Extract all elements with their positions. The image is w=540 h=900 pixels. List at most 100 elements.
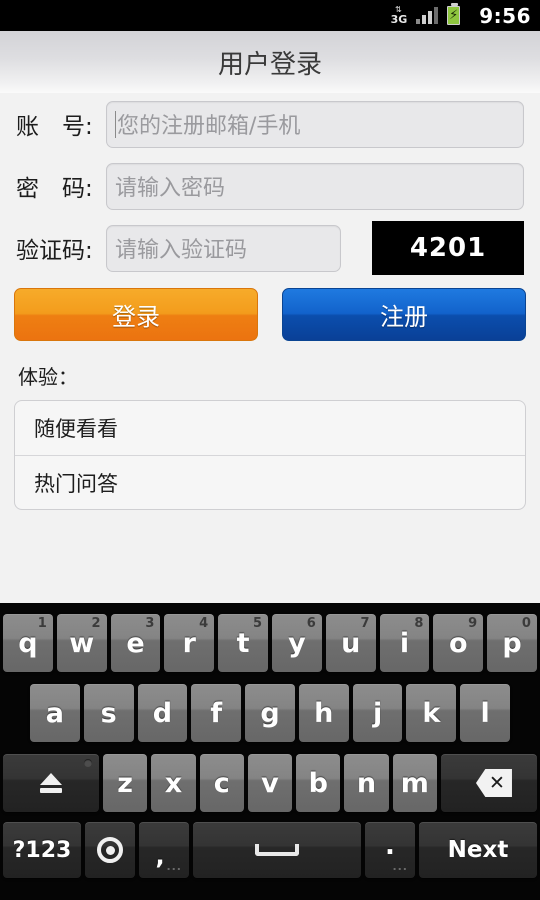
register-button[interactable]: 注册 <box>282 288 526 341</box>
key-label: q <box>18 627 38 659</box>
key-t[interactable]: 5 t <box>218 614 268 672</box>
key-label: d <box>152 697 173 729</box>
key-y[interactable]: 6 y <box>271 614 322 672</box>
key-label: z <box>117 767 133 799</box>
key-label: c <box>213 767 230 799</box>
status-clock: 9:56 <box>479 3 531 28</box>
shift-led-icon <box>84 759 92 767</box>
login-button[interactable]: 登录 <box>14 288 258 341</box>
key-c[interactable]: c <box>199 754 244 812</box>
key-m[interactable]: m <box>392 754 437 812</box>
key-label: s <box>100 697 117 729</box>
key-label: v <box>261 767 279 799</box>
backspace-icon: ✕ <box>466 769 512 797</box>
key-a[interactable]: a <box>30 684 80 742</box>
key-d[interactable]: d <box>137 684 188 742</box>
key-label: e <box>126 627 145 659</box>
password-row: 密 码: 请输入密码 <box>0 155 540 217</box>
more-dots: ... <box>392 860 408 873</box>
shift-key[interactable] <box>3 754 99 812</box>
shift-arrow-icon <box>40 773 62 793</box>
key-s[interactable]: s <box>83 684 134 742</box>
symbols-key[interactable]: ?123 <box>3 822 81 878</box>
list-item-label: 随便看看 <box>34 417 118 441</box>
list-item[interactable]: 热门问答 <box>15 455 525 509</box>
key-u[interactable]: 7 u <box>325 614 376 672</box>
key-g[interactable]: g <box>245 684 295 742</box>
period-key[interactable]: . ... <box>365 822 415 878</box>
key-label: p <box>502 627 522 659</box>
soft-keyboard: 1 q 2 w 3 e 4 r 5 t 6 y 7 u 8 i 9 o 0 p … <box>0 603 540 900</box>
account-placeholder: 您的注册邮箱/手机 <box>117 114 301 139</box>
key-hint: 9 <box>468 616 478 631</box>
key-label: a <box>45 697 64 729</box>
key-p[interactable]: 0 p <box>487 614 537 672</box>
key-i[interactable]: 8 i <box>379 614 430 672</box>
comma-key[interactable]: , ... <box>139 822 189 878</box>
key-r[interactable]: 4 r <box>164 614 215 672</box>
backspace-key[interactable]: ✕ <box>440 754 537 812</box>
captcha-input[interactable]: 请输入验证码 <box>106 224 341 272</box>
account-input[interactable]: 您的注册邮箱/手机 <box>106 100 524 148</box>
globe-icon <box>97 837 123 863</box>
list-item[interactable]: 随便看看 <box>15 401 525 455</box>
key-hint: 5 <box>252 616 262 631</box>
key-hint: 7 <box>360 616 370 631</box>
key-label: f <box>210 697 223 729</box>
key-v[interactable]: v <box>247 754 293 812</box>
key-j[interactable]: j <box>352 684 403 742</box>
captcha-image[interactable]: 4201 <box>372 221 524 275</box>
password-input[interactable]: 请输入密码 <box>106 162 524 210</box>
page-title: 用户登录 <box>217 49 322 80</box>
signal-icon <box>416 7 439 24</box>
key-hint: 8 <box>414 616 424 631</box>
key-l[interactable]: l <box>460 684 511 742</box>
keyboard-row-2: a s d f g h j k l <box>0 678 540 748</box>
password-placeholder: 请输入密码 <box>115 176 226 201</box>
key-label: n <box>356 767 377 799</box>
key-z[interactable]: z <box>103 754 148 812</box>
key-label: ?123 <box>12 837 72 863</box>
key-k[interactable]: k <box>406 684 457 742</box>
key-label: , <box>155 842 165 870</box>
battery-charging-icon: ⚡ <box>447 3 461 25</box>
keyboard-row-3: z x c v b n m ✕ <box>0 748 540 818</box>
key-f[interactable]: f <box>191 684 242 742</box>
list-item-label: 热门问答 <box>34 471 118 496</box>
action-buttons: 登录 注册 <box>0 279 540 341</box>
experience-label: 体验： <box>18 365 78 389</box>
space-key[interactable] <box>193 822 361 878</box>
key-n[interactable]: n <box>344 754 389 812</box>
status-icons: ⇅ 3G ⚡ 9:56 <box>391 3 531 28</box>
key-hint: 1 <box>37 616 47 631</box>
captcha-row: 验证码: 请输入验证码 4201 <box>0 217 540 279</box>
key-label: m <box>400 767 429 799</box>
key-hint: 2 <box>91 616 101 631</box>
experience-list: 随便看看 热门问答 <box>14 400 526 510</box>
key-label: w <box>69 627 95 659</box>
key-e[interactable]: 3 e <box>110 614 161 672</box>
captcha-placeholder: 请输入验证码 <box>115 238 248 263</box>
ime-switch-key[interactable] <box>85 822 135 878</box>
key-hint: 4 <box>199 616 209 631</box>
key-w[interactable]: 2 w <box>56 614 107 672</box>
key-q[interactable]: 1 q <box>3 614 53 672</box>
key-label: y <box>288 627 306 659</box>
key-h[interactable]: h <box>298 684 349 742</box>
key-label: h <box>314 697 334 729</box>
key-label: Next <box>447 837 509 863</box>
key-o[interactable]: 9 o <box>433 614 484 672</box>
key-label: r <box>182 627 196 659</box>
key-b[interactable]: b <box>296 754 341 812</box>
keyboard-row-1: 1 q 2 w 3 e 4 r 5 t 6 y 7 u 8 i 9 o 0 p <box>0 608 540 678</box>
enter-next-key[interactable]: Next <box>419 822 537 878</box>
key-label: l <box>480 697 490 729</box>
text-caret <box>115 110 116 138</box>
key-label: t <box>236 627 250 659</box>
key-x[interactable]: x <box>151 754 196 812</box>
key-label: x <box>164 767 183 799</box>
space-icon <box>255 844 299 856</box>
phone-screen: ⇅ 3G ⚡ 9:56 用户登录 账 号: 您的注册邮箱/手机 密 码: 请输入… <box>0 0 540 900</box>
password-label: 密 码: <box>16 176 93 202</box>
key-label: k <box>422 697 441 729</box>
